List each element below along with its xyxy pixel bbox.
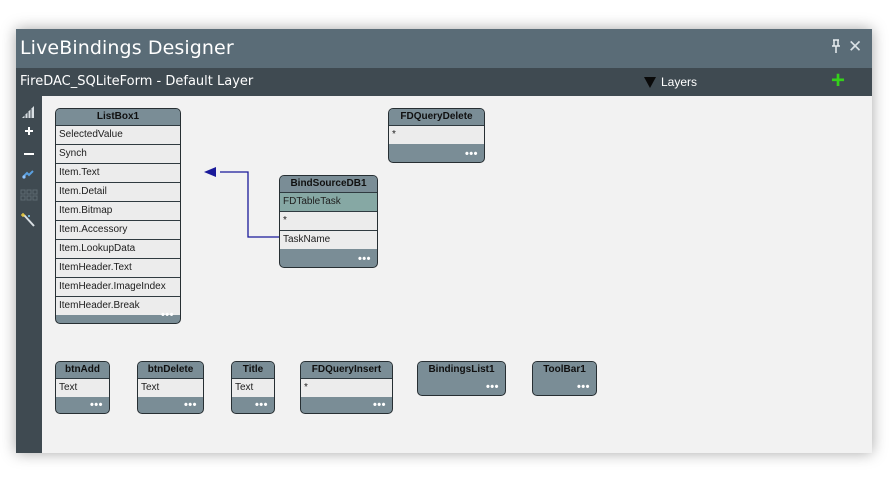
field-row[interactable]: Text xyxy=(138,378,203,397)
field-row[interactable]: FDTableTask xyxy=(280,192,377,211)
node-title: FDQueryDelete xyxy=(389,109,484,125)
field-row[interactable]: * xyxy=(389,125,484,144)
node-title: BindingsList1 xyxy=(418,362,505,378)
field-row[interactable]: Item.Detail xyxy=(56,182,180,201)
title-bar: LiveBindings Designer ✕ xyxy=(16,29,872,68)
node-title: FDQueryInsert xyxy=(301,362,392,378)
node-toolbar1[interactable]: ToolBar1 ••• xyxy=(532,361,597,396)
field-row[interactable]: * xyxy=(280,211,377,230)
node-btnadd[interactable]: btnAdd Text ••• xyxy=(55,361,110,414)
pin-icon[interactable] xyxy=(830,39,842,57)
field-row[interactable]: Item.Text xyxy=(56,163,180,182)
field-row[interactable]: SelectedValue xyxy=(56,125,180,144)
close-icon[interactable]: ✕ xyxy=(848,37,864,56)
more-button[interactable]: ••• xyxy=(161,310,174,321)
field-row[interactable]: ItemHeader.Text xyxy=(56,258,180,277)
node-fdqueryinsert[interactable]: FDQueryInsert * ••• xyxy=(300,361,393,414)
designer-canvas[interactable]: ListBox1 SelectedValue Synch Item.Text I… xyxy=(42,96,872,453)
node-listbox1[interactable]: ListBox1 SelectedValue Synch Item.Text I… xyxy=(55,108,181,324)
field-row[interactable]: Text xyxy=(56,378,109,397)
node-title-label[interactable]: Title Text ••• xyxy=(231,361,275,414)
field-row[interactable]: ItemHeader.ImageIndex xyxy=(56,277,180,296)
node-bindingslist1[interactable]: BindingsList1 ••• xyxy=(417,361,506,396)
field-row[interactable]: Item.LookupData xyxy=(56,239,180,258)
node-title: BindSourceDB1 xyxy=(280,176,377,192)
field-row[interactable]: TaskName xyxy=(280,230,377,249)
field-row[interactable]: Text xyxy=(232,378,274,397)
field-row[interactable]: Item.Accessory xyxy=(56,220,180,239)
node-title: Title xyxy=(232,362,274,378)
node-fdquerydelete[interactable]: FDQueryDelete * ••• xyxy=(388,108,485,163)
more-button[interactable]: ••• xyxy=(90,400,103,411)
zoom-out-icon[interactable] xyxy=(20,146,38,162)
magic-wand-icon[interactable] xyxy=(20,212,38,228)
designer-toolbar xyxy=(16,96,42,453)
node-btndelete[interactable]: btnDelete Text ••• xyxy=(137,361,204,414)
layers-dropdown-icon[interactable] xyxy=(644,77,656,88)
grid-toggle-icon[interactable] xyxy=(20,104,38,120)
arrange-grid-icon[interactable] xyxy=(20,189,38,205)
more-button[interactable]: ••• xyxy=(486,382,499,393)
more-button[interactable]: ••• xyxy=(373,400,386,411)
node-title: ListBox1 xyxy=(56,109,180,125)
zoom-in-icon[interactable] xyxy=(20,123,38,139)
node-title: btnDelete xyxy=(138,362,203,378)
node-bindsourcedb1[interactable]: BindSourceDB1 FDTableTask * TaskName ••• xyxy=(279,175,378,268)
more-button[interactable]: ••• xyxy=(358,254,371,265)
field-row[interactable]: Item.Bitmap xyxy=(56,201,180,220)
field-row[interactable]: Synch xyxy=(56,144,180,163)
field-row[interactable]: * xyxy=(301,378,392,397)
more-button[interactable]: ••• xyxy=(577,382,590,393)
node-title: ToolBar1 xyxy=(533,362,596,378)
form-layer-label: FireDAC_SQLiteForm - Default Layer xyxy=(20,74,254,89)
add-layer-button[interactable]: + xyxy=(831,67,845,95)
window-title: LiveBindings Designer xyxy=(20,37,234,59)
more-button[interactable]: ••• xyxy=(255,400,268,411)
livebindings-designer-window: LiveBindings Designer ✕ FireDAC_SQLiteFo… xyxy=(16,29,872,453)
layers-dropdown[interactable]: Layers xyxy=(661,75,697,89)
node-title: btnAdd xyxy=(56,362,109,378)
more-button[interactable]: ••• xyxy=(184,400,197,411)
layer-bar: FireDAC_SQLiteForm - Default Layer Layer… xyxy=(16,67,872,96)
link-icon[interactable] xyxy=(20,167,38,183)
more-button[interactable]: ••• xyxy=(465,149,478,160)
